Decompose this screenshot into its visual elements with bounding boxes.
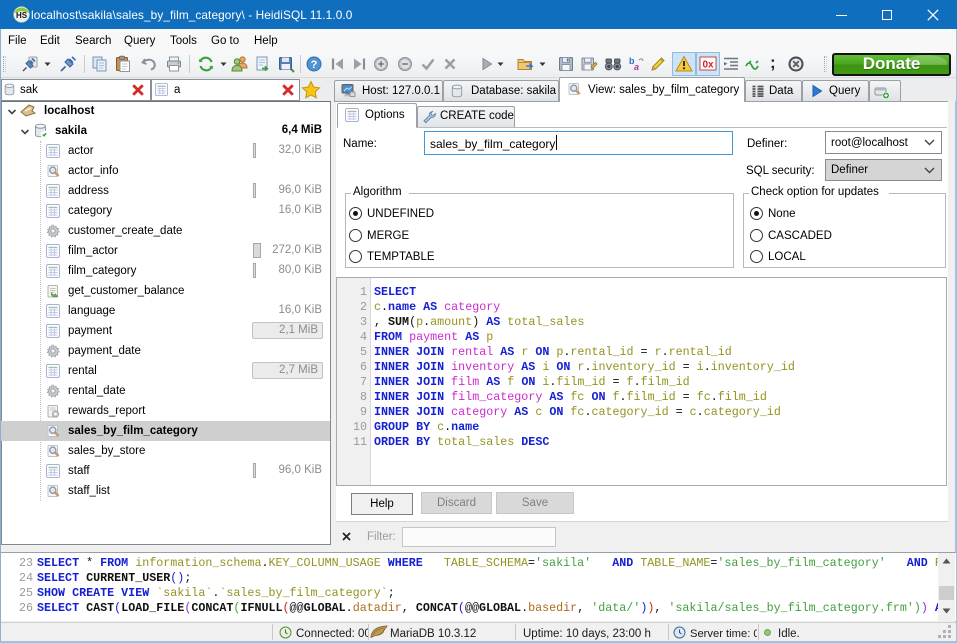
svg-text:a: a xyxy=(634,62,639,72)
svg-text:HS: HS xyxy=(16,11,28,20)
svg-text:0x: 0x xyxy=(702,60,714,71)
svg-text:?: ? xyxy=(311,59,318,71)
